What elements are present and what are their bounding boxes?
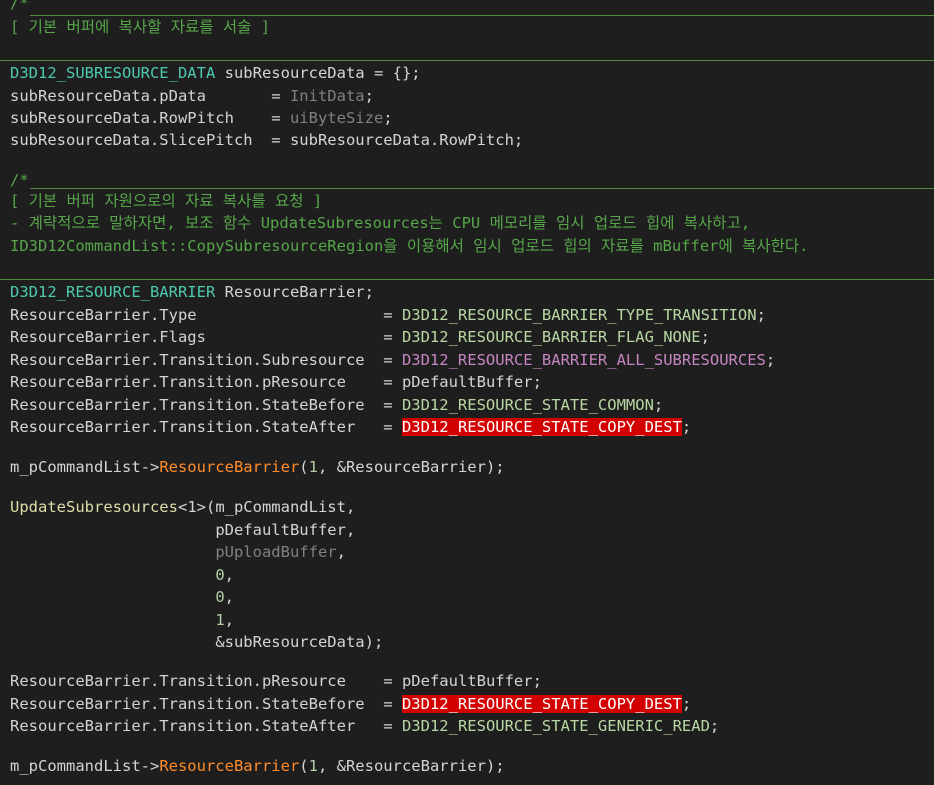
code-line[interactable]: ResourceBarrier.Transition.Subresource =…	[10, 349, 775, 371]
code-line[interactable]: ResourceBarrier.Transition.StateAfter = …	[10, 416, 691, 438]
code-line[interactable]: 0,	[10, 586, 234, 608]
code-line[interactable]: ResourceBarrier.Transition.StateBefore =…	[10, 693, 691, 715]
comment-rule	[0, 279, 934, 280]
code-line[interactable]: ResourceBarrier.Transition.pResource = p…	[10, 371, 542, 393]
code-line[interactable]: 1,	[10, 609, 234, 631]
highlighted-token: D3D12_RESOURCE_STATE_COPY_DEST	[401, 418, 682, 436]
code-line[interactable]: pDefaultBuffer,	[10, 519, 355, 541]
code-line[interactable]: 0,	[10, 564, 234, 586]
comment-text-4: ID3D12CommandList::CopySubresourceRegion…	[10, 237, 809, 255]
code-line[interactable]: D3D12_SUBRESOURCE_DATA subResourceData =…	[10, 62, 421, 84]
code-line[interactable]: ResourceBarrier.Flags = D3D12_RESOURCE_B…	[10, 326, 710, 348]
comment-text-2: [ 기본 버퍼 자원으로의 자료 복사를 요청 ]	[10, 192, 323, 210]
code-line[interactable]: m_pCommandList->ResourceBarrier(1, &Reso…	[10, 755, 505, 777]
comment-open-2: /*	[10, 171, 29, 189]
code-line[interactable]: &subResourceData);	[10, 631, 383, 653]
comment-rule	[0, 60, 934, 61]
code-line[interactable]: D3D12_RESOURCE_BARRIER ResourceBarrier;	[10, 281, 374, 303]
comment-rule	[30, 188, 934, 189]
highlighted-token: D3D12_RESOURCE_STATE_COPY_DEST	[401, 695, 682, 713]
code-line[interactable]: ResourceBarrier.Transition.pResource = p…	[10, 670, 542, 692]
code-line[interactable]: pUploadBuffer,	[10, 541, 346, 563]
code-line[interactable]: subResourceData.RowPitch = uiByteSize;	[10, 107, 393, 129]
code-line[interactable]: subResourceData.SlicePitch = subResource…	[10, 129, 523, 151]
code-line[interactable]: subResourceData.pData = InitData;	[10, 85, 374, 107]
comment-text-1: [ 기본 버퍼에 복사할 자료를 서술 ]	[10, 18, 271, 36]
code-line[interactable]: ResourceBarrier.Transition.StateBefore =…	[10, 394, 663, 416]
code-line[interactable]: ResourceBarrier.Type = D3D12_RESOURCE_BA…	[10, 304, 766, 326]
code-line[interactable]: ResourceBarrier.Transition.StateAfter = …	[10, 715, 719, 737]
code-line[interactable]: m_pCommandList->ResourceBarrier(1, &Reso…	[10, 456, 505, 478]
comment-text-3: - 계략적으로 말하자면, 보조 함수 UpdateSubresources는 …	[10, 214, 751, 232]
code-line[interactable]: UpdateSubresources<1>(m_pCommandList,	[10, 496, 355, 518]
comment-open-1: /*	[10, 0, 29, 12]
code-editor[interactable]: /* [ 기본 버퍼에 복사할 자료를 서술 ] D3D12_SUBRESOUR…	[0, 0, 934, 785]
